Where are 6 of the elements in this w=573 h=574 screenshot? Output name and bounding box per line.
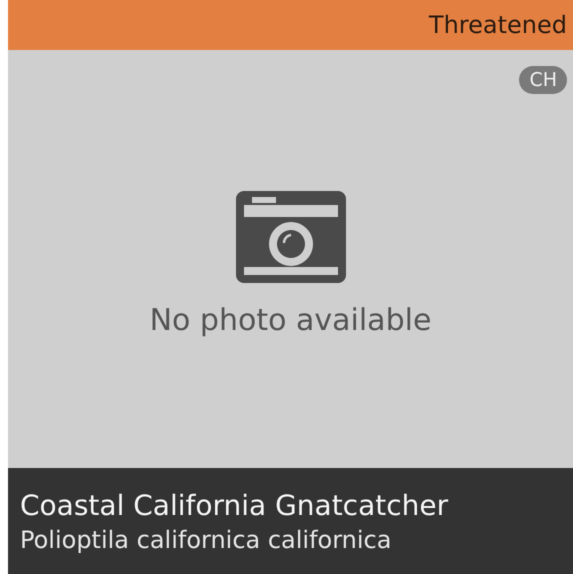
- no-photo-text: No photo available: [150, 302, 432, 338]
- common-name: Coastal California Gnatcatcher: [20, 488, 450, 522]
- scientific-name: Polioptila californica californica: [20, 526, 392, 554]
- region-badge: CH: [519, 66, 567, 94]
- camera-icon: [236, 190, 346, 282]
- status-label: Threatened: [428, 11, 567, 39]
